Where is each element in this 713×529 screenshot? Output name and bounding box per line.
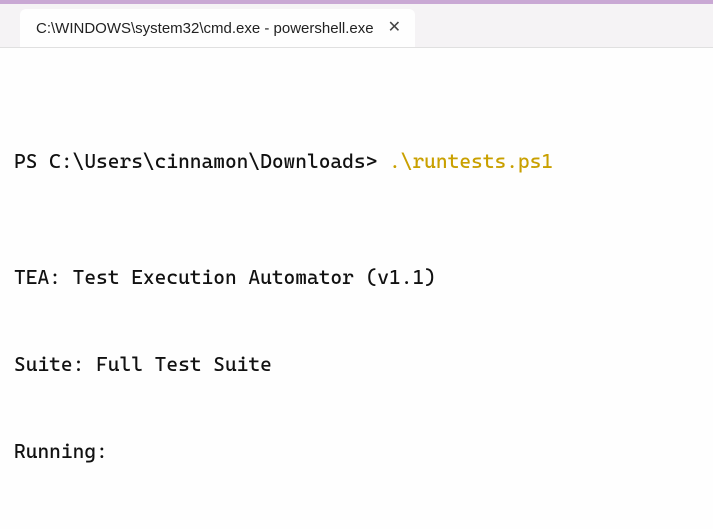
output-header-tea: TEA: Test Execution Automator (v1.1) [14, 263, 699, 292]
tab-title: C:\WINDOWS\system32\cmd.exe - powershell… [36, 20, 374, 37]
output-header-suite: Suite: Full Test Suite [14, 350, 699, 379]
close-icon[interactable]: ✕ [388, 20, 401, 36]
terminal-viewport[interactable]: PS C:\Users\cinnamon\Downloads> .\runtes… [0, 48, 713, 529]
tab-bar: C:\WINDOWS\system32\cmd.exe - powershell… [0, 4, 713, 48]
terminal-window: C:\WINDOWS\system32\cmd.exe - powershell… [0, 0, 713, 529]
tab-cmd-powershell[interactable]: C:\WINDOWS\system32\cmd.exe - powershell… [20, 9, 415, 47]
prompt-command: .\runtests.ps1 [389, 147, 553, 176]
prompt-line-1: PS C:\Users\cinnamon\Downloads> .\runtes… [14, 147, 699, 176]
output-running-label: Running: [14, 437, 699, 466]
prompt-path: PS C:\Users\cinnamon\Downloads> [14, 147, 389, 176]
